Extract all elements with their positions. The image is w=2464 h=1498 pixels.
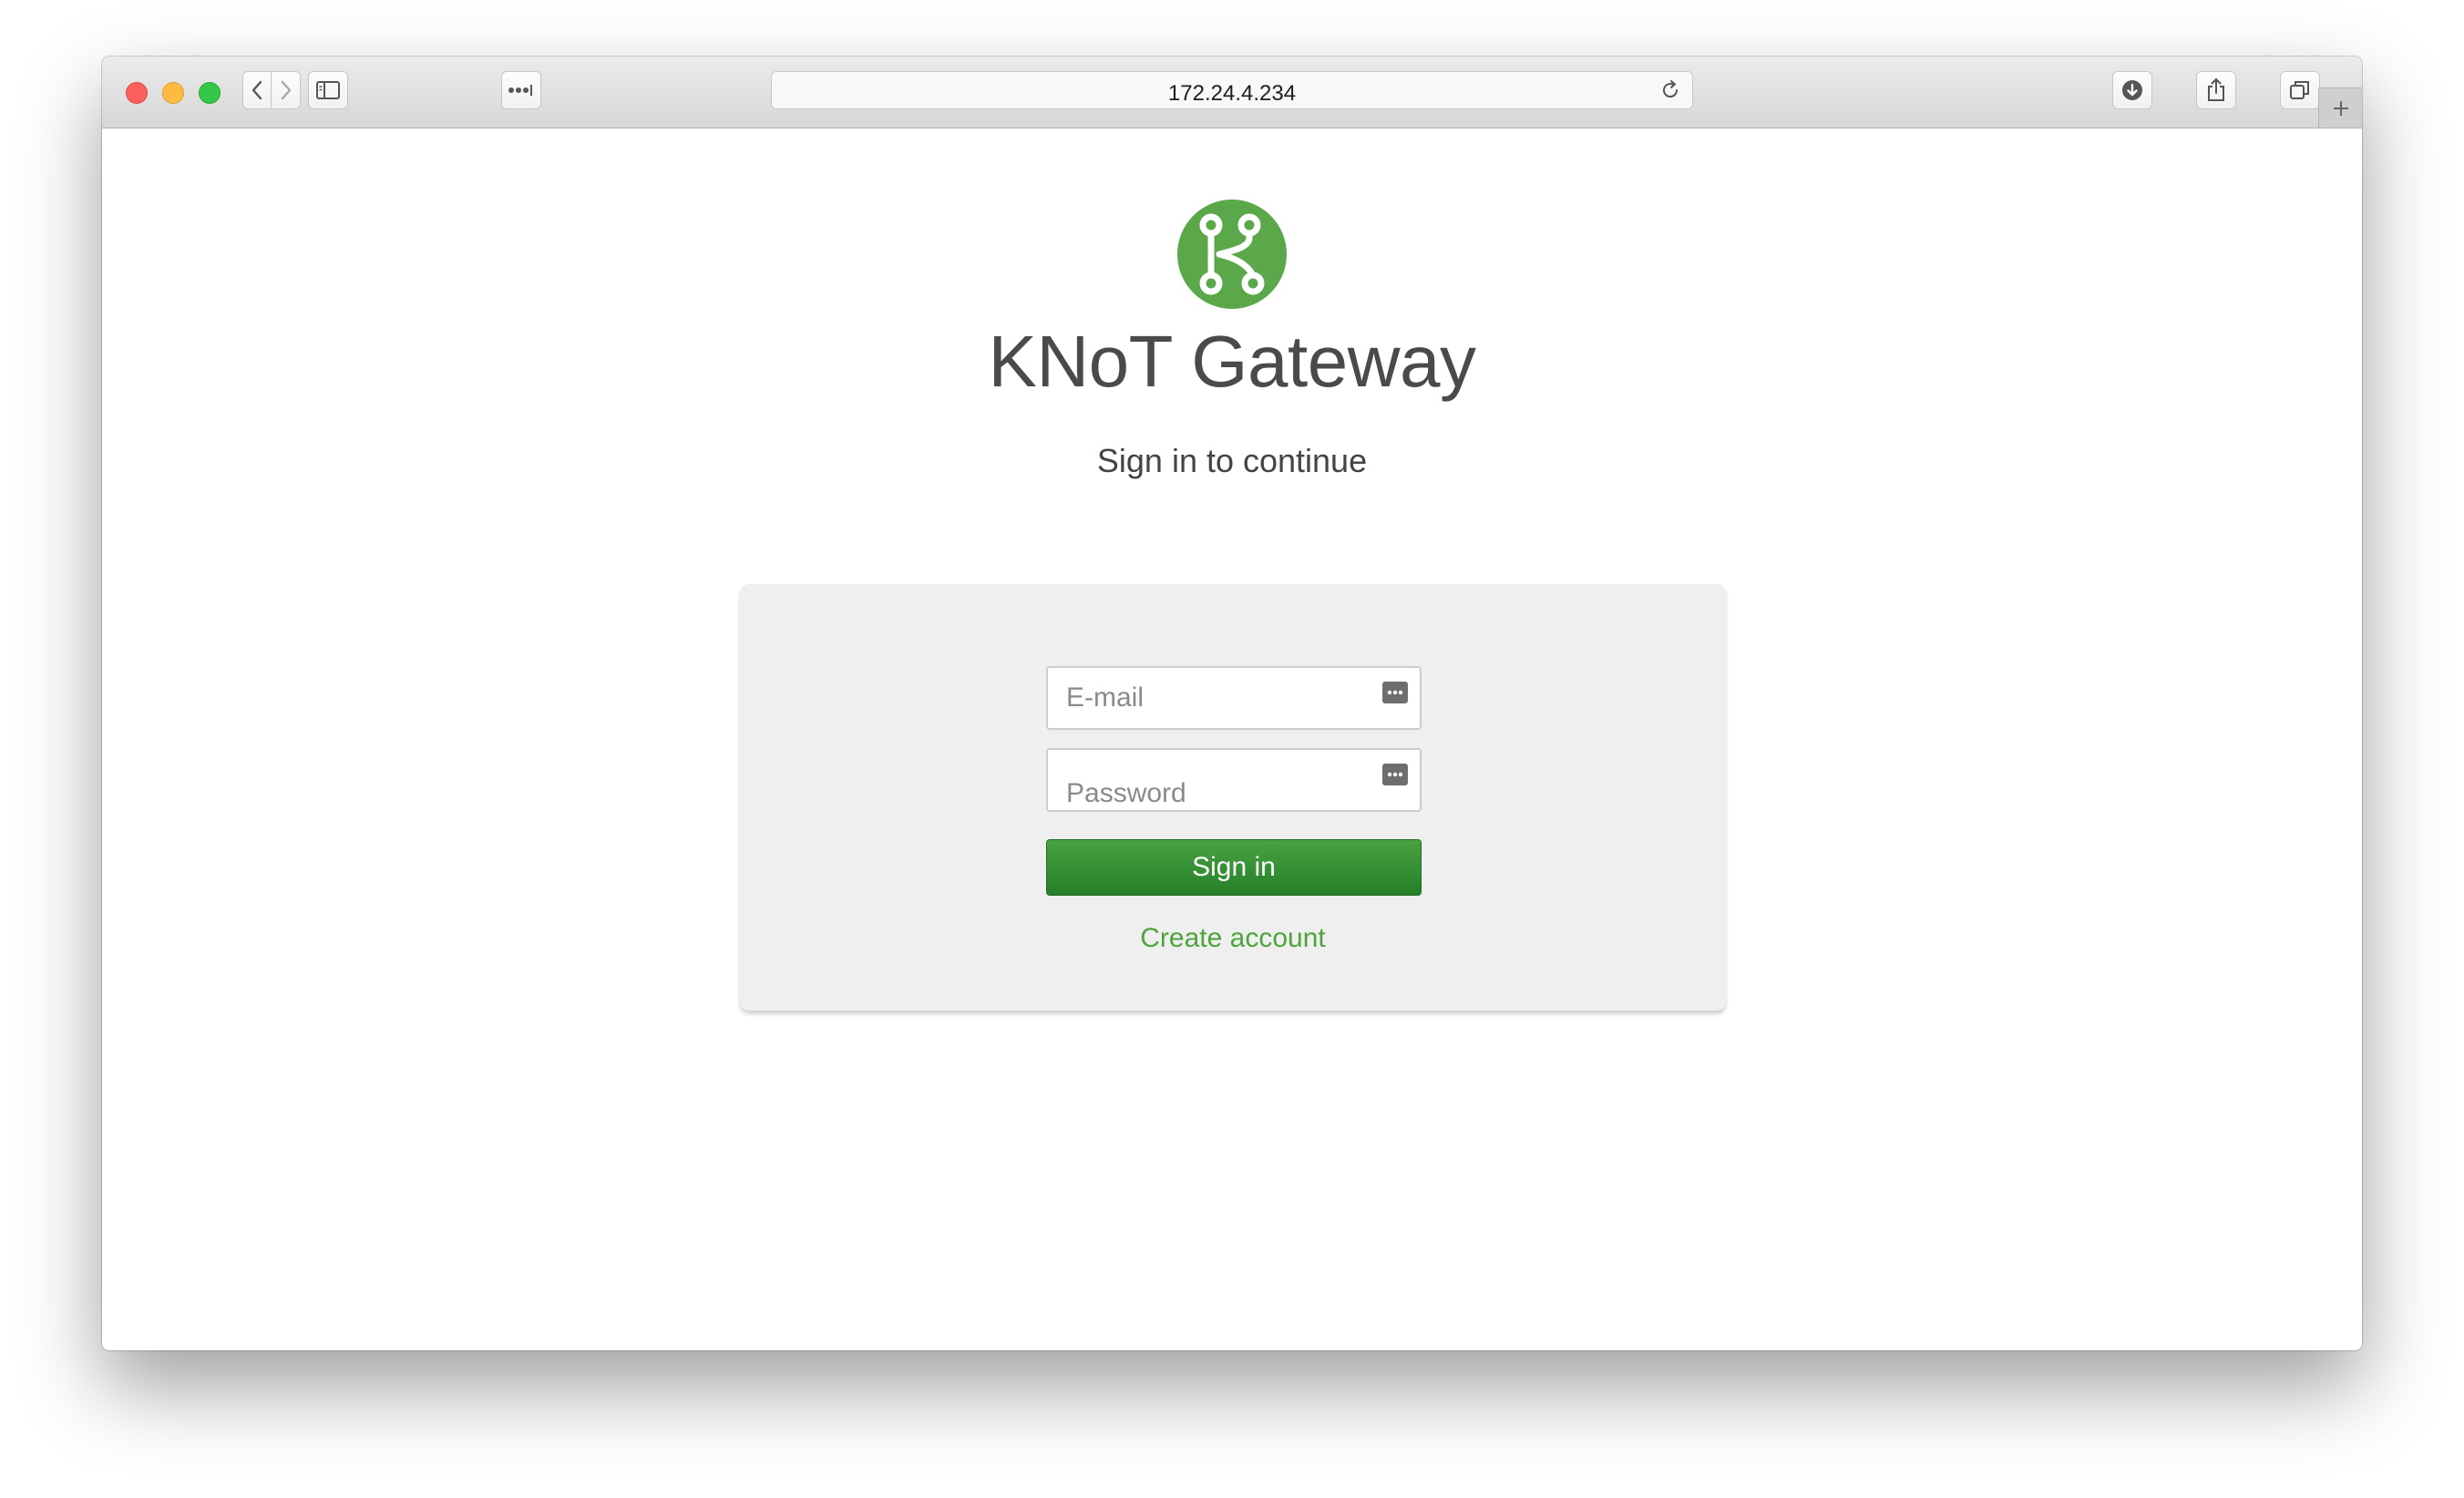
login-card: Sign in Create account	[740, 584, 1726, 1011]
downloads-button[interactable]	[2112, 71, 2152, 109]
address-bar[interactable]: 172.24.4.234	[771, 71, 1693, 109]
address-text: 172.24.4.234	[1167, 81, 1297, 106]
password-input[interactable]	[1048, 750, 1358, 810]
knot-logo-icon	[1177, 200, 1287, 309]
back-button[interactable]	[242, 71, 272, 109]
download-icon	[2122, 80, 2142, 100]
share-icon	[2208, 78, 2224, 101]
autofill-key-icon[interactable]	[1381, 763, 1409, 786]
reader-menu-button[interactable]	[501, 71, 541, 109]
page-subtitle: Sign in to continue	[1096, 442, 1368, 479]
sidebar-button[interactable]	[308, 71, 348, 109]
browser-toolbar: 172.24.4.234	[102, 56, 2362, 128]
chevron-right-icon	[281, 80, 291, 100]
share-button[interactable]	[2196, 71, 2236, 109]
chevron-left-icon	[252, 80, 262, 100]
browser-window: 172.24.4.234 KNoT Gateway Sign in to con…	[102, 56, 2362, 1350]
more-dots-icon	[508, 85, 532, 96]
autofill-key-icon[interactable]	[1381, 681, 1409, 704]
page-content: KNoT Gateway Sign in to continue E-mail …	[102, 128, 2362, 1350]
email-field[interactable]	[1046, 666, 1422, 730]
sidebar-icon	[316, 81, 340, 99]
new-tab-button[interactable]	[2318, 87, 2362, 128]
password-field[interactable]	[1046, 748, 1422, 812]
minimize-window-button[interactable]	[162, 82, 184, 104]
reload-icon[interactable]	[1659, 79, 1681, 101]
forward-button[interactable]	[272, 71, 301, 109]
show-tabs-button[interactable]	[2280, 71, 2320, 109]
zoom-window-button[interactable]	[199, 82, 221, 104]
create-account-link[interactable]: Create account	[740, 923, 1726, 954]
tabs-icon	[2290, 81, 2309, 99]
email-input[interactable]	[1048, 668, 1376, 728]
plus-icon	[2333, 100, 2348, 116]
sign-in-button[interactable]: Sign in	[1046, 839, 1422, 896]
close-window-button[interactable]	[126, 82, 148, 104]
page-title: KNoT Gateway	[988, 321, 1476, 402]
